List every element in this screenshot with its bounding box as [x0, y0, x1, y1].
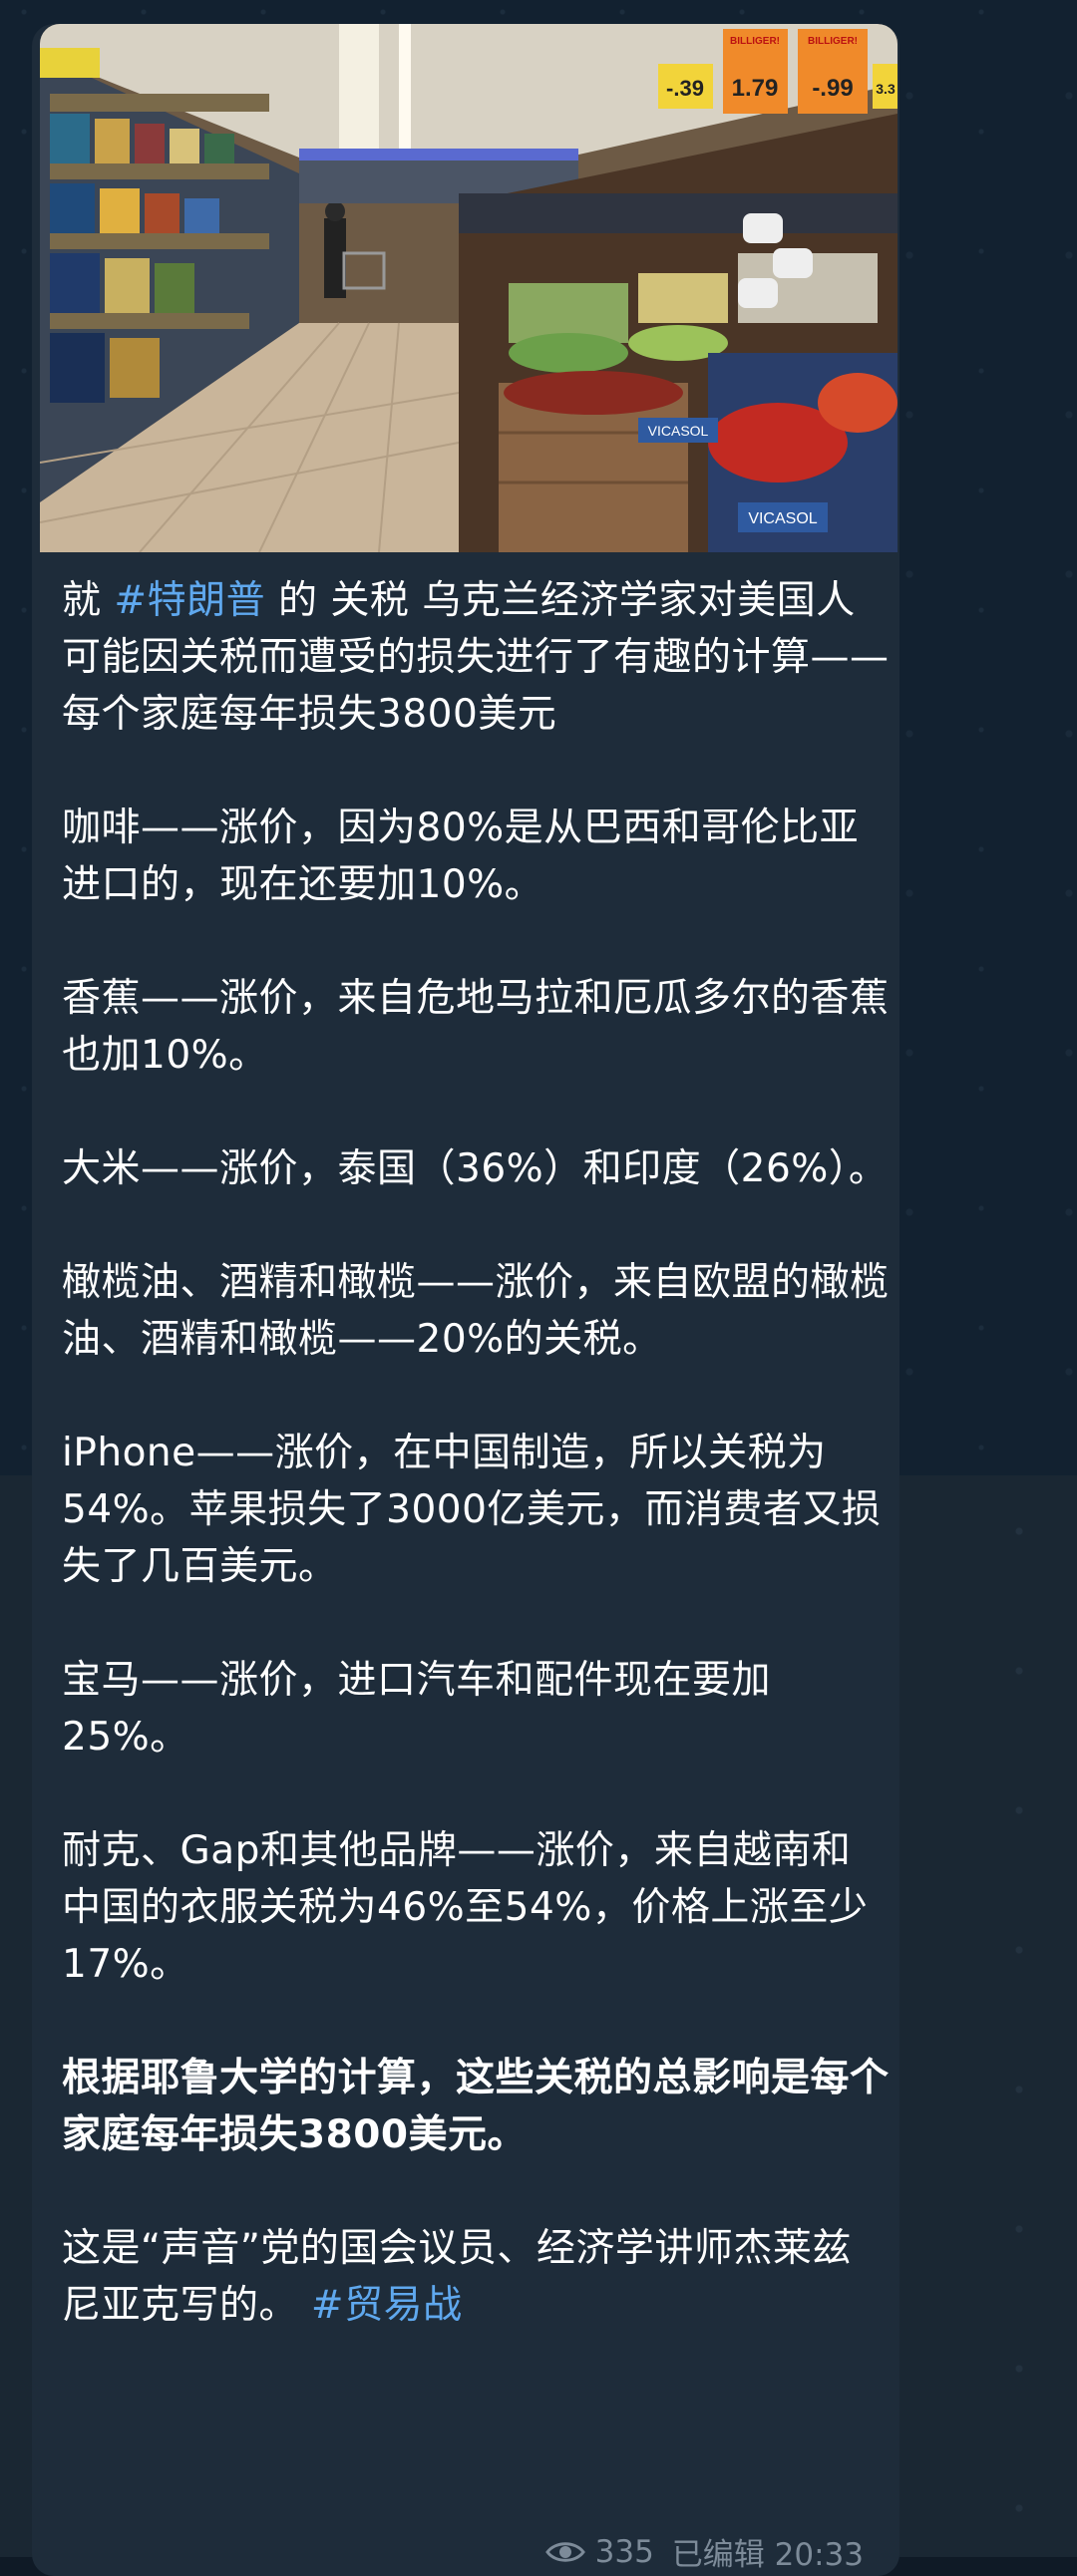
price-tag-1: -.39	[666, 76, 704, 101]
billiger-label-2: BILLIGER!	[808, 36, 858, 47]
intro-prefix: 就	[62, 578, 115, 623]
paragraph-nike-gap: 耐克、Gap和其他品牌——涨价，来自越南和中国的衣服关税为46%至54%，价格上…	[62, 1828, 869, 1987]
billiger-label-1: BILLIGER!	[730, 36, 780, 47]
message-bubble[interactable]: VICASOL VICASOL -.39 BILLIGER! 1.79 BILL…	[32, 24, 899, 2576]
price-tag-3: -.99	[812, 75, 853, 102]
outro-paragraph: 这是“声音”党的国会议员、经济学讲师杰莱兹尼亚克写的。 #贸易战	[62, 2220, 890, 2334]
hashtag-trade-war[interactable]: #贸易战	[311, 2283, 463, 2328]
edited-timestamp: 已编辑 20:33	[671, 2537, 864, 2573]
crate-label-1: VICASOL	[748, 510, 817, 527]
view-count: 335	[594, 2533, 654, 2570]
price-tag-2: 1.79	[732, 75, 779, 102]
paragraph-coffee: 咖啡——涨价，因为80%是从巴西和哥伦比亚进口的，现在还要加10%。	[62, 805, 860, 907]
supermarket-photo[interactable]: VICASOL VICASOL -.39 BILLIGER! 1.79 BILL…	[40, 24, 898, 552]
eye-icon	[544, 2541, 585, 2562]
hashtag-trump[interactable]: #特朗普	[114, 578, 265, 623]
paragraph-banana: 香蕉——涨价，来自危地马拉和厄瓜多尔的香蕉也加10%。	[62, 976, 890, 1078]
price-tag-4: 3.3	[876, 81, 896, 97]
paragraph-olive-oil: 橄榄油、酒精和橄榄——涨价，来自欧盟的橄榄油、酒精和橄榄——20%的关税。	[62, 1260, 890, 1362]
supermarket-illustration: VICASOL VICASOL -.39 BILLIGER! 1.79 BILL…	[40, 24, 898, 552]
paragraph-bmw: 宝马——涨价，进口汽车和配件现在要加25%。	[62, 1658, 772, 1760]
crate-label-2: VICASOL	[648, 423, 709, 439]
paragraph-iphone: iPhone——涨价，在中国制造，所以关税为54%。苹果损失了3000亿美元，而…	[62, 1431, 882, 1589]
intro-paragraph: 就 #特朗普 的 关税 乌克兰经济学家对美国人可能因关税而遭受的损失进行了有趣的…	[62, 572, 890, 743]
message-text: 就 #特朗普 的 关税 乌克兰经济学家对美国人可能因关税而遭受的损失进行了有趣的…	[62, 572, 890, 2391]
message-meta: 335 已编辑 20:33	[544, 2529, 864, 2574]
paragraph-rice: 大米——涨价，泰国（36%）和印度（26%）。	[62, 1146, 889, 1191]
paragraph-yale-summary: 根据耶鲁大学的计算，这些关税的总影响是每个家庭每年损失3800美元。	[62, 2056, 890, 2157]
